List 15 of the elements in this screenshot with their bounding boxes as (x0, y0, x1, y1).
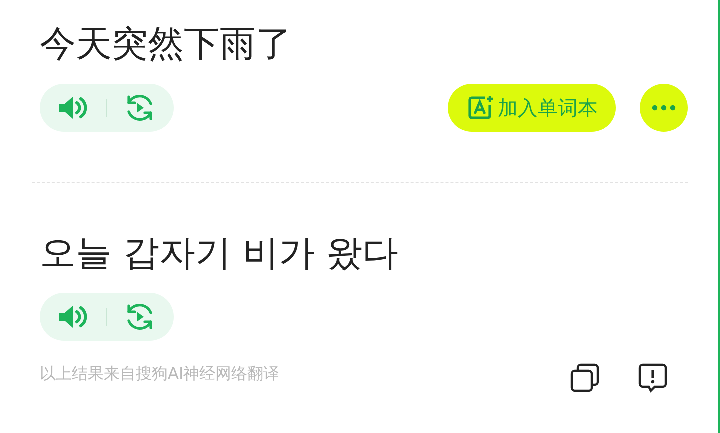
attribution-text: 以上结果来自搜狗AI神经网络翻译 (40, 363, 280, 385)
more-button[interactable] (640, 84, 688, 132)
add-word-icon (468, 95, 494, 121)
report-icon (638, 363, 668, 393)
report-button[interactable] (638, 363, 668, 393)
source-text: 今天突然下雨了 (40, 23, 293, 67)
speaker-icon (58, 305, 88, 329)
translation-text: 오늘 갑자기 비가 왔다 (40, 232, 400, 276)
speak-button[interactable] (58, 96, 88, 120)
speak-button[interactable] (58, 305, 88, 329)
copy-icon (570, 363, 600, 393)
add-to-wordbook-button[interactable]: 加入单词本 (448, 84, 616, 132)
more-icon (652, 105, 676, 111)
copy-button[interactable] (570, 363, 600, 393)
speaker-icon (58, 96, 88, 120)
